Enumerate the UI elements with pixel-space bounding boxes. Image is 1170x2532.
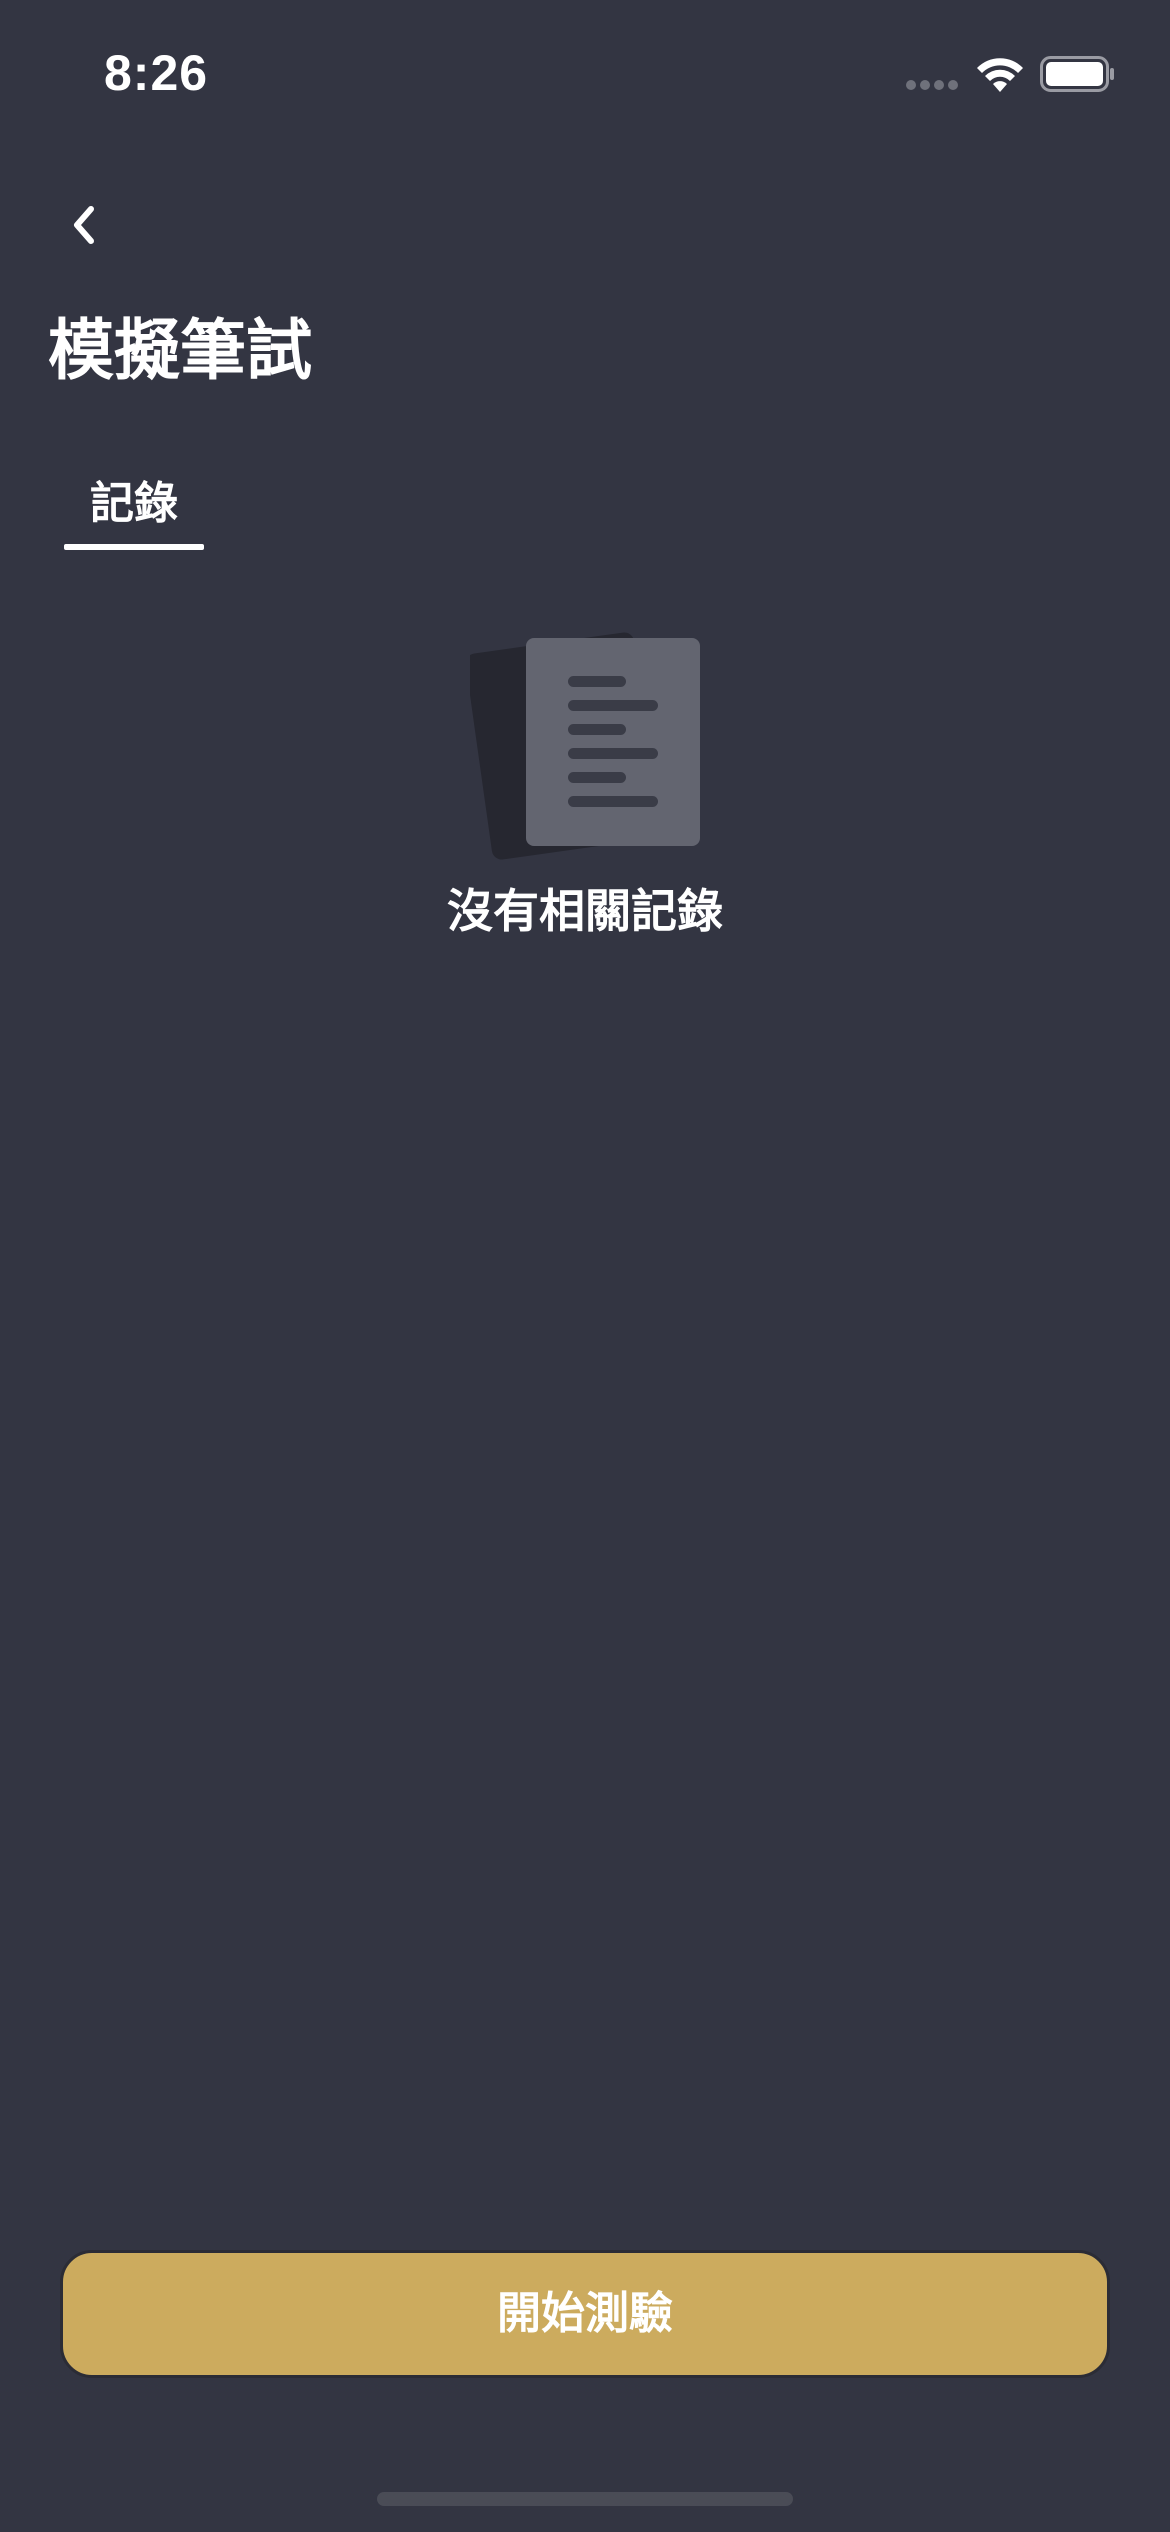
empty-state-message: 沒有相關記錄	[447, 884, 723, 938]
wifi-icon	[977, 58, 1023, 92]
screen: 8:26 模擬筆試 記錄 沒有相關記錄 開始測驗	[0, 0, 1170, 2532]
battery-icon	[1040, 56, 1114, 92]
signal-dots-icon	[906, 80, 960, 92]
page-title: 模擬筆試	[48, 312, 312, 389]
tab-records[interactable]: 記錄	[64, 460, 204, 552]
home-indicator[interactable]	[377, 2492, 793, 2506]
start-test-label: 開始測驗	[497, 2288, 673, 2339]
back-button[interactable]	[52, 190, 116, 260]
tab-underline	[64, 544, 204, 550]
tab-label: 記錄	[90, 478, 178, 529]
start-test-button[interactable]: 開始測驗	[60, 2250, 1110, 2378]
document-stack-icon	[470, 632, 700, 860]
chevron-left-icon	[74, 206, 94, 244]
status-time: 8:26	[104, 45, 209, 101]
